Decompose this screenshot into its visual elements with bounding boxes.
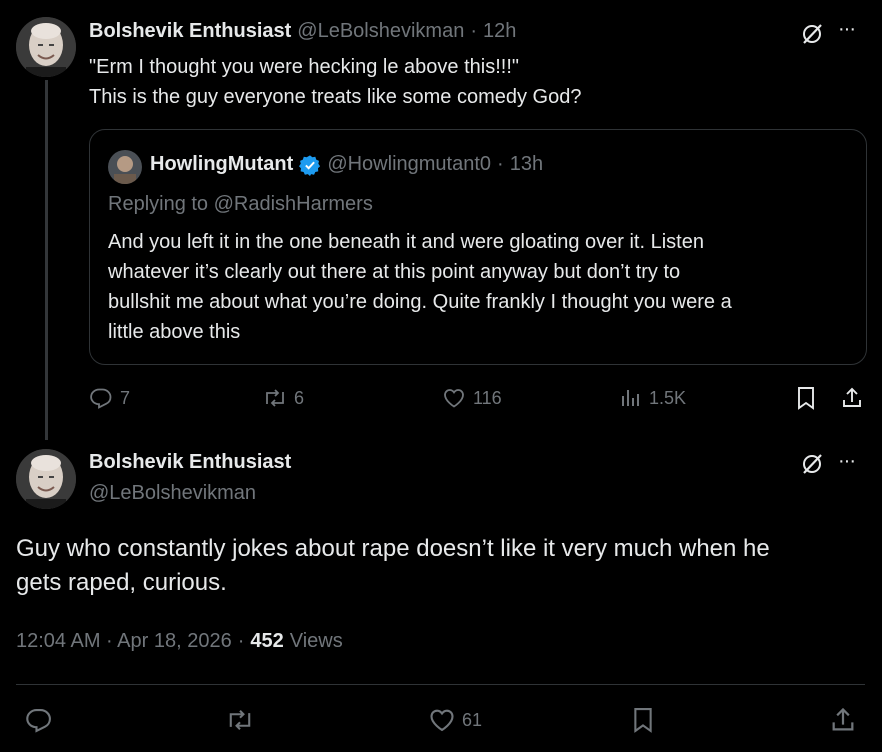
repost-count: 6 <box>294 387 305 408</box>
author-name[interactable]: Bolshevik Enthusiast <box>89 20 291 43</box>
like-count: 116 <box>473 387 502 408</box>
views-count: 1.5K <box>649 387 687 408</box>
quote-author-handle[interactable]: @Howlingmutant0 <box>327 153 491 176</box>
like-count: 61 <box>462 709 483 730</box>
tweet2-text-line2: gets raped, curious. <box>16 569 227 596</box>
like-button[interactable]: 116 <box>441 386 502 410</box>
tweet1-text-line2: This is the guy everyone treats like som… <box>89 86 582 108</box>
more-icon[interactable]: ··· <box>838 18 856 41</box>
quote-text-line2: whatever it’s clearly out there at this … <box>108 261 681 283</box>
bookmark-icon[interactable] <box>630 706 656 734</box>
timestamp[interactable]: 12:04 AM · Apr 18, 2026 <box>16 630 232 653</box>
views-button[interactable]: 1.5K <box>619 386 686 410</box>
quote-time[interactable]: 13h <box>510 153 543 176</box>
author-handle[interactable]: @LeBolshevikman <box>297 20 464 43</box>
like-icon <box>428 706 456 734</box>
reply-count: 7 <box>120 387 131 408</box>
tweet1-header: Bolshevik Enthusiast @LeBolshevikman · 1… <box>89 20 516 43</box>
separator: · <box>470 20 478 42</box>
quote-text-line3: bullshit me about what you’re doing. Qui… <box>108 291 732 313</box>
views-label: Views <box>289 630 343 652</box>
repost-icon[interactable] <box>225 706 255 734</box>
grok-icon[interactable] <box>798 450 826 478</box>
grok-icon[interactable] <box>798 20 826 48</box>
quote-text-line1: And you left it in the one beneath it an… <box>108 231 704 253</box>
divider <box>16 684 865 685</box>
share-icon[interactable] <box>840 386 864 410</box>
avatar[interactable] <box>16 17 76 77</box>
like-icon <box>441 386 467 410</box>
quote-text-line4: little above this <box>108 321 241 343</box>
bookmark-icon[interactable] <box>794 386 818 410</box>
share-icon[interactable] <box>829 706 857 734</box>
tweet2-text-line1: Guy who constantly jokes about rape does… <box>16 535 770 562</box>
views-icon <box>619 386 643 410</box>
quote-author-name[interactable]: HowlingMutant <box>150 153 293 176</box>
reply-icon[interactable] <box>26 706 54 734</box>
author-handle[interactable]: @LeBolshevikman <box>89 482 256 505</box>
replying-to[interactable]: Replying to @RadishHarmers <box>108 193 373 216</box>
thread-line <box>45 80 48 440</box>
like-button[interactable]: 61 <box>428 706 482 734</box>
views-count[interactable]: 452 <box>250 630 283 653</box>
repost-button[interactable]: 6 <box>262 386 304 410</box>
author-name[interactable]: Bolshevik Enthusiast <box>89 451 291 474</box>
repost-icon <box>262 386 288 410</box>
avatar[interactable] <box>16 449 76 509</box>
tweet1-text-line1: "Erm I thought you were hecking le above… <box>89 56 519 78</box>
quote-card[interactable]: HowlingMutant @Howlingmutant0 · 13h Repl… <box>89 129 867 365</box>
tweet-time[interactable]: 12h <box>483 20 516 43</box>
more-icon[interactable]: ··· <box>838 450 856 473</box>
tweet-meta: 12:04 AM · Apr 18, 2026 · 452 Views <box>16 630 343 653</box>
verified-icon <box>299 154 321 176</box>
reply-button[interactable]: 7 <box>90 386 130 410</box>
quote-avatar <box>108 150 142 184</box>
quote-header: HowlingMutant @Howlingmutant0 · 13h <box>150 153 543 176</box>
separator: · <box>497 153 504 175</box>
separator: · <box>237 630 245 652</box>
reply-icon <box>90 386 114 410</box>
